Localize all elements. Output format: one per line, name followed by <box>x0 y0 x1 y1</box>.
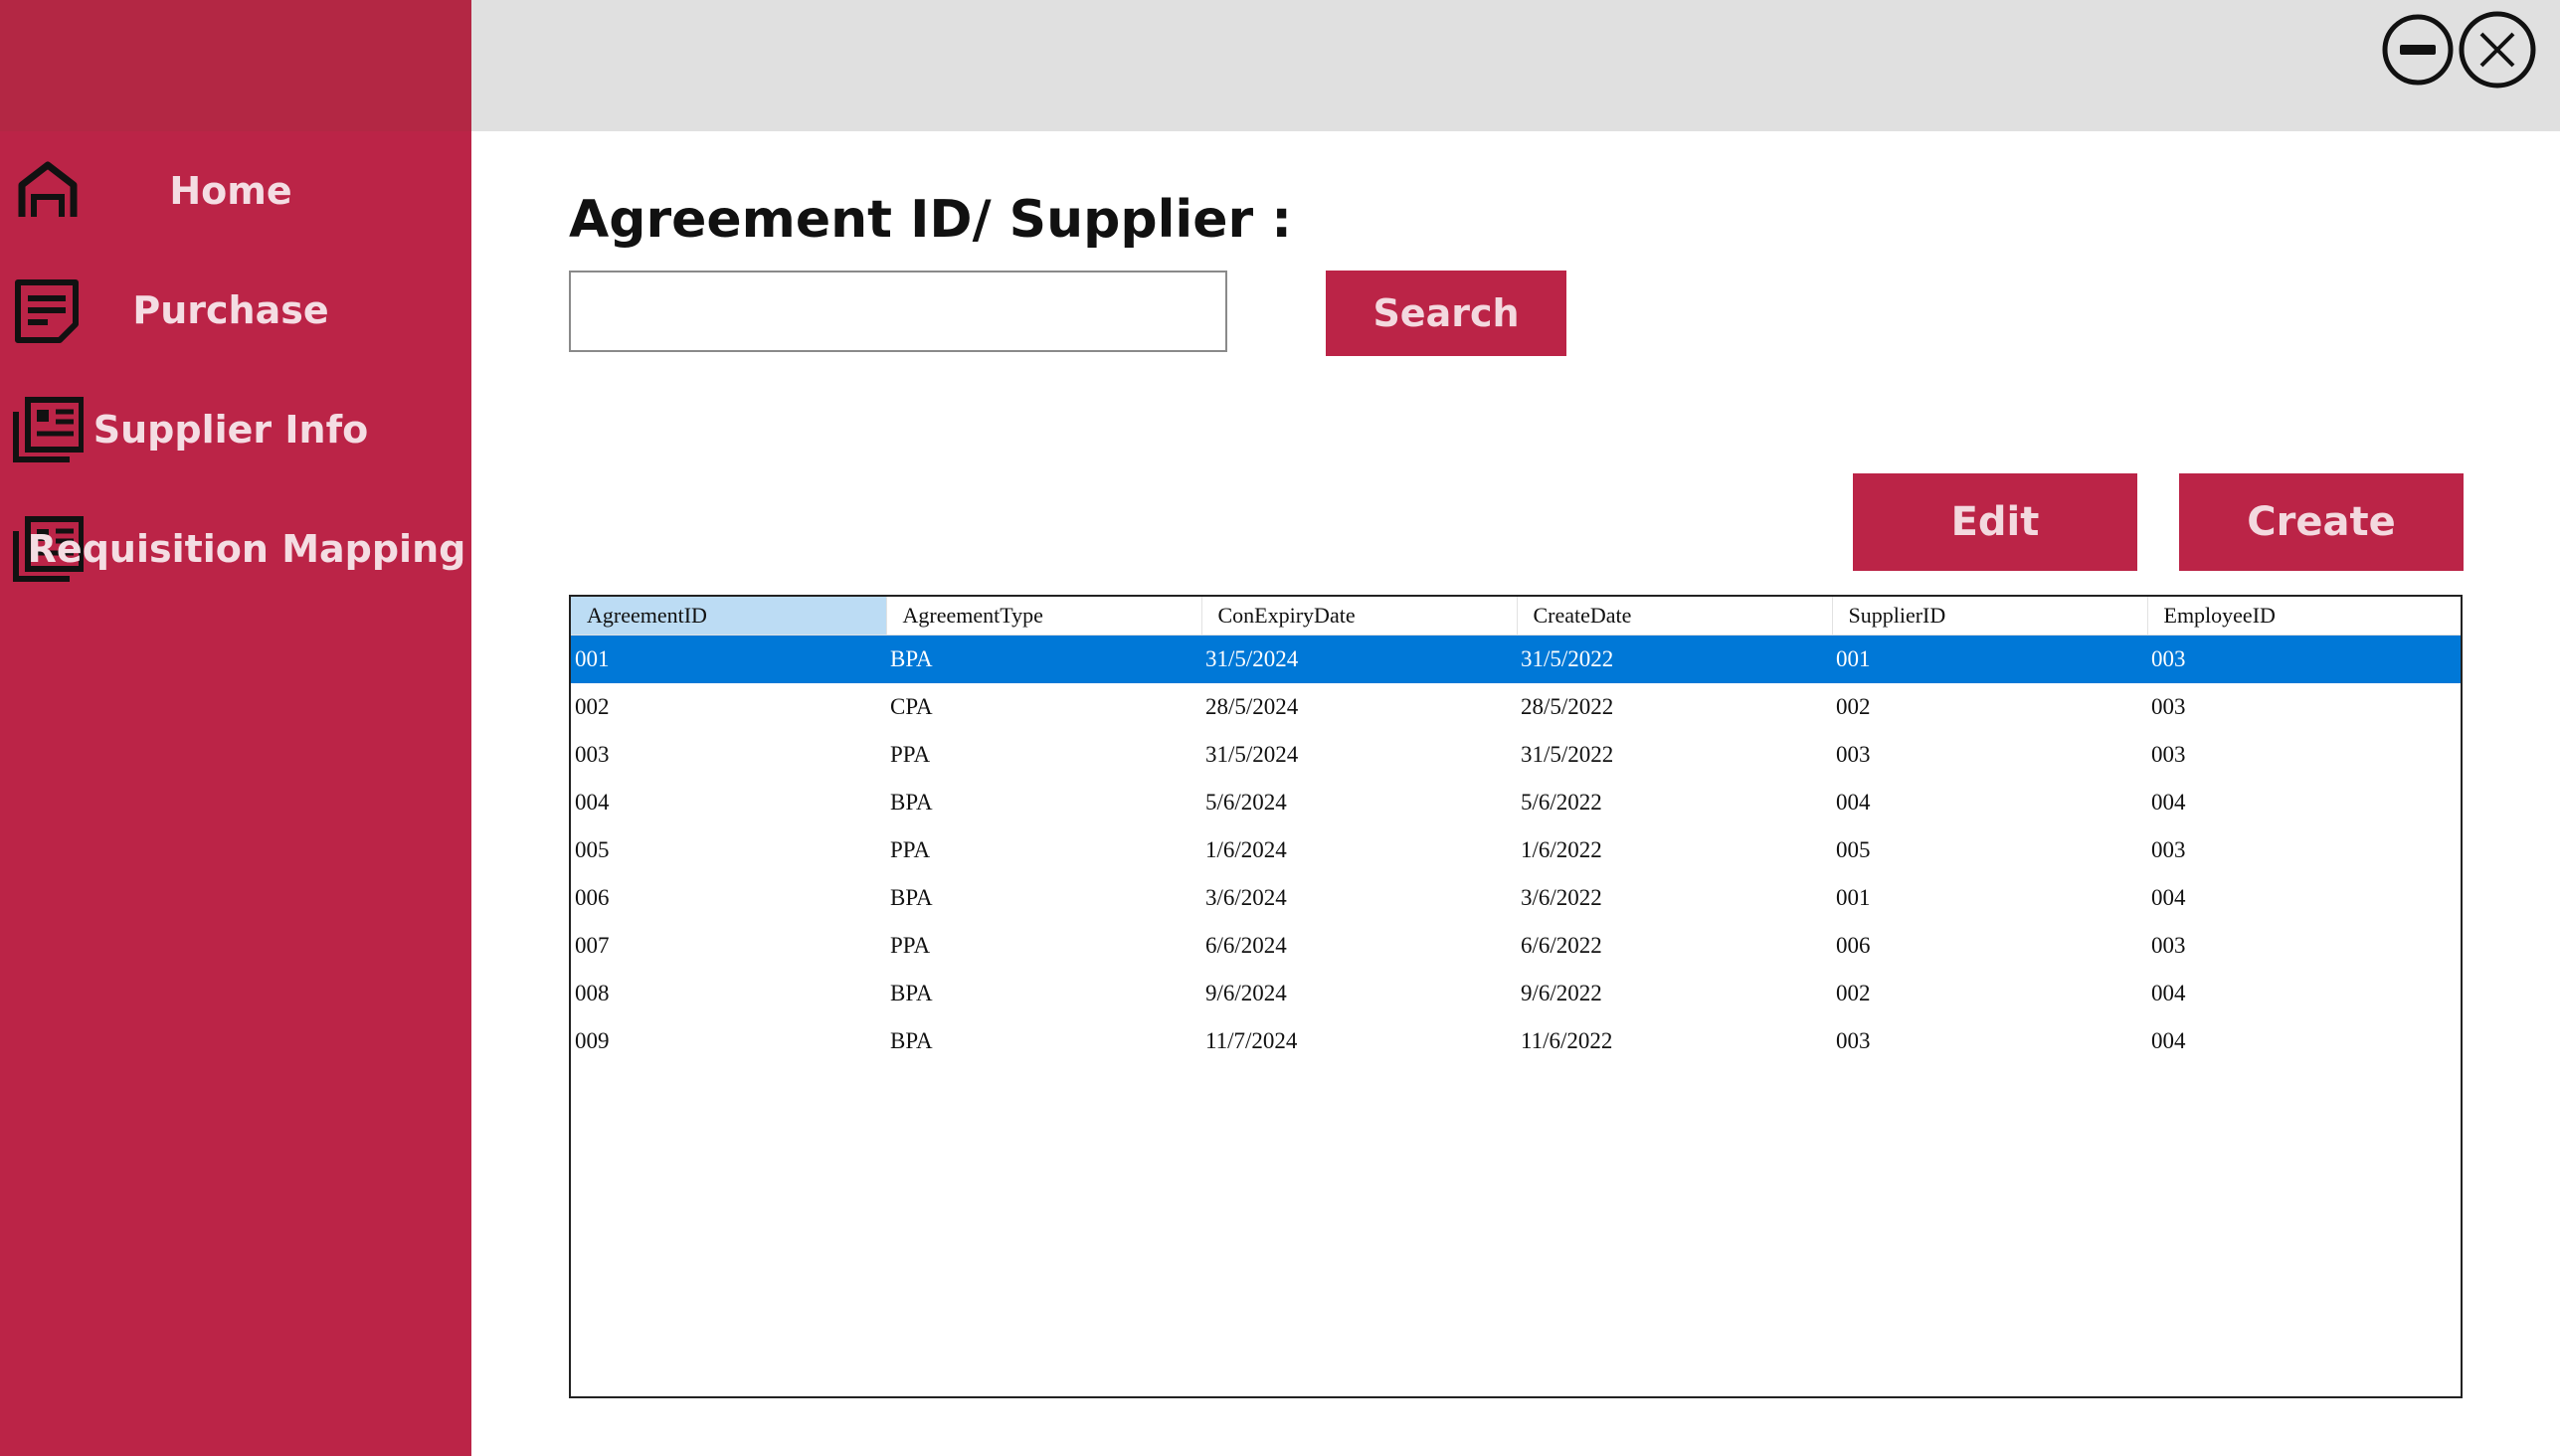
table-cell: 006 <box>1836 933 1871 958</box>
minimize-circle-icon <box>2382 14 2454 86</box>
table-row[interactable]: 007 PPA 6/6/2024 6/6/2022 006 003 <box>571 922 2461 970</box>
title-bar <box>471 0 2560 131</box>
table-cell: 004 <box>2151 790 2186 815</box>
table-cell: PPA <box>890 742 931 767</box>
column-header-agreement-id[interactable]: AgreementID <box>571 597 887 636</box>
table-cell: 003 <box>2151 694 2186 719</box>
column-header-supplier-id[interactable]: SupplierID <box>1832 597 2148 636</box>
sidebar-item-label: Supplier Info <box>92 408 369 452</box>
table-cell: 003 <box>575 742 610 767</box>
table-row[interactable]: 008 BPA 9/6/2024 9/6/2022 002 004 <box>571 970 2461 1017</box>
table-cell: PPA <box>890 837 931 862</box>
table-cell: 003 <box>1836 742 1871 767</box>
table-row[interactable]: 004 BPA 5/6/2024 5/6/2022 004 004 <box>571 779 2461 826</box>
table-cell: 006 <box>575 885 610 910</box>
table-cell: 001 <box>1832 635 2147 683</box>
table-cell: 11/6/2022 <box>1521 1028 1613 1053</box>
table-cell: BPA <box>890 790 933 815</box>
table-cell: 6/6/2022 <box>1521 933 1602 958</box>
search-label: Agreement ID/ Supplier : <box>569 190 1293 250</box>
table-cell: BPA <box>890 885 933 910</box>
table-cell: 5/6/2022 <box>1521 790 1602 815</box>
sidebar-item-requisition-mapping[interactable]: Requisition Mapping <box>0 499 471 599</box>
table-cell: 3/6/2022 <box>1521 885 1602 910</box>
table-cell: 009 <box>575 1028 610 1053</box>
table-cell: 004 <box>2151 885 2186 910</box>
table-cell: 003 <box>1836 1028 1871 1053</box>
table-cell: 002 <box>575 694 610 719</box>
table-cell: 1/6/2022 <box>1521 837 1602 862</box>
column-header-create-date[interactable]: CreateDate <box>1517 597 1833 636</box>
table-cell: 5/6/2024 <box>1205 790 1287 815</box>
table-row[interactable]: 002 CPA 28/5/2024 28/5/2022 002 003 <box>571 683 2461 731</box>
close-button[interactable] <box>2457 4 2538 91</box>
table-cell: 001 <box>571 635 886 683</box>
table-cell: 004 <box>2151 981 2186 1005</box>
table-cell: 3/6/2024 <box>1205 885 1287 910</box>
table-cell: 31/5/2024 <box>1205 742 1299 767</box>
grid-header: AgreementID AgreementType ConExpiryDate … <box>571 597 2461 636</box>
table-cell: 002 <box>1836 981 1871 1005</box>
table-row[interactable]: 005 PPA 1/6/2024 1/6/2022 005 003 <box>571 826 2461 874</box>
sidebar-item-supplier-info[interactable]: Supplier Info <box>0 380 471 479</box>
table-cell: 6/6/2024 <box>1205 933 1287 958</box>
sidebar-item-label: Home <box>169 169 292 213</box>
sidebar-item-label: Requisition Mapping <box>27 527 466 571</box>
table-cell: 003 <box>2151 837 2186 862</box>
search-input[interactable] <box>569 271 1227 352</box>
table-cell: 1/6/2024 <box>1205 837 1287 862</box>
sidebar-header <box>0 0 471 131</box>
close-circle-icon <box>2459 11 2536 89</box>
table-cell: BPA <box>886 635 1201 683</box>
column-header-con-expiry-date[interactable]: ConExpiryDate <box>1201 597 1518 636</box>
agreements-grid[interactable]: AgreementID AgreementType ConExpiryDate … <box>569 595 2463 1398</box>
table-cell: 9/6/2024 <box>1205 981 1287 1005</box>
table-cell: BPA <box>890 981 933 1005</box>
table-cell: 004 <box>575 790 610 815</box>
table-cell: 005 <box>575 837 610 862</box>
table-cell: CPA <box>890 694 933 719</box>
table-cell: 003 <box>2147 635 2461 683</box>
edit-button[interactable]: Edit <box>1853 473 2137 571</box>
table-row[interactable]: 006 BPA 3/6/2024 3/6/2022 001 004 <box>571 874 2461 922</box>
table-cell: 003 <box>2151 933 2186 958</box>
table-cell: 005 <box>1836 837 1871 862</box>
table-cell: 001 <box>1836 885 1871 910</box>
table-cell: 008 <box>575 981 610 1005</box>
sidebar-item-purchase[interactable]: Purchase <box>0 261 471 360</box>
table-cell: 002 <box>1836 694 1871 719</box>
table-cell: 31/5/2022 <box>1517 635 1832 683</box>
column-header-agreement-type[interactable]: AgreementType <box>886 597 1202 636</box>
table-cell: 9/6/2022 <box>1521 981 1602 1005</box>
table-row[interactable]: 003 PPA 31/5/2024 31/5/2022 003 003 <box>571 731 2461 779</box>
table-cell: 007 <box>575 933 610 958</box>
sidebar-item-label: Purchase <box>132 288 329 332</box>
table-row[interactable]: 001 BPA 31/5/2024 31/5/2022 001 003 <box>571 635 2461 683</box>
table-cell: 28/5/2024 <box>1205 694 1299 719</box>
table-cell: PPA <box>890 933 931 958</box>
table-cell: 003 <box>2151 742 2186 767</box>
sidebar: Home Purchase Supplier Info Requisition … <box>0 0 471 1456</box>
table-cell: BPA <box>890 1028 933 1053</box>
table-cell: 31/5/2024 <box>1201 635 1517 683</box>
minimize-button[interactable] <box>2377 4 2459 91</box>
create-button[interactable]: Create <box>2179 473 2464 571</box>
table-cell: 004 <box>2151 1028 2186 1053</box>
column-header-employee-id[interactable]: EmployeeID <box>2147 597 2461 636</box>
sidebar-item-home[interactable]: Home <box>0 141 471 241</box>
table-cell: 004 <box>1836 790 1871 815</box>
table-cell: 28/5/2022 <box>1521 694 1614 719</box>
table-cell: 31/5/2022 <box>1521 742 1614 767</box>
search-button[interactable]: Search <box>1326 271 1566 356</box>
table-cell: 11/7/2024 <box>1205 1028 1298 1053</box>
table-row[interactable]: 009 BPA 11/7/2024 11/6/2022 003 004 <box>571 1017 2461 1065</box>
